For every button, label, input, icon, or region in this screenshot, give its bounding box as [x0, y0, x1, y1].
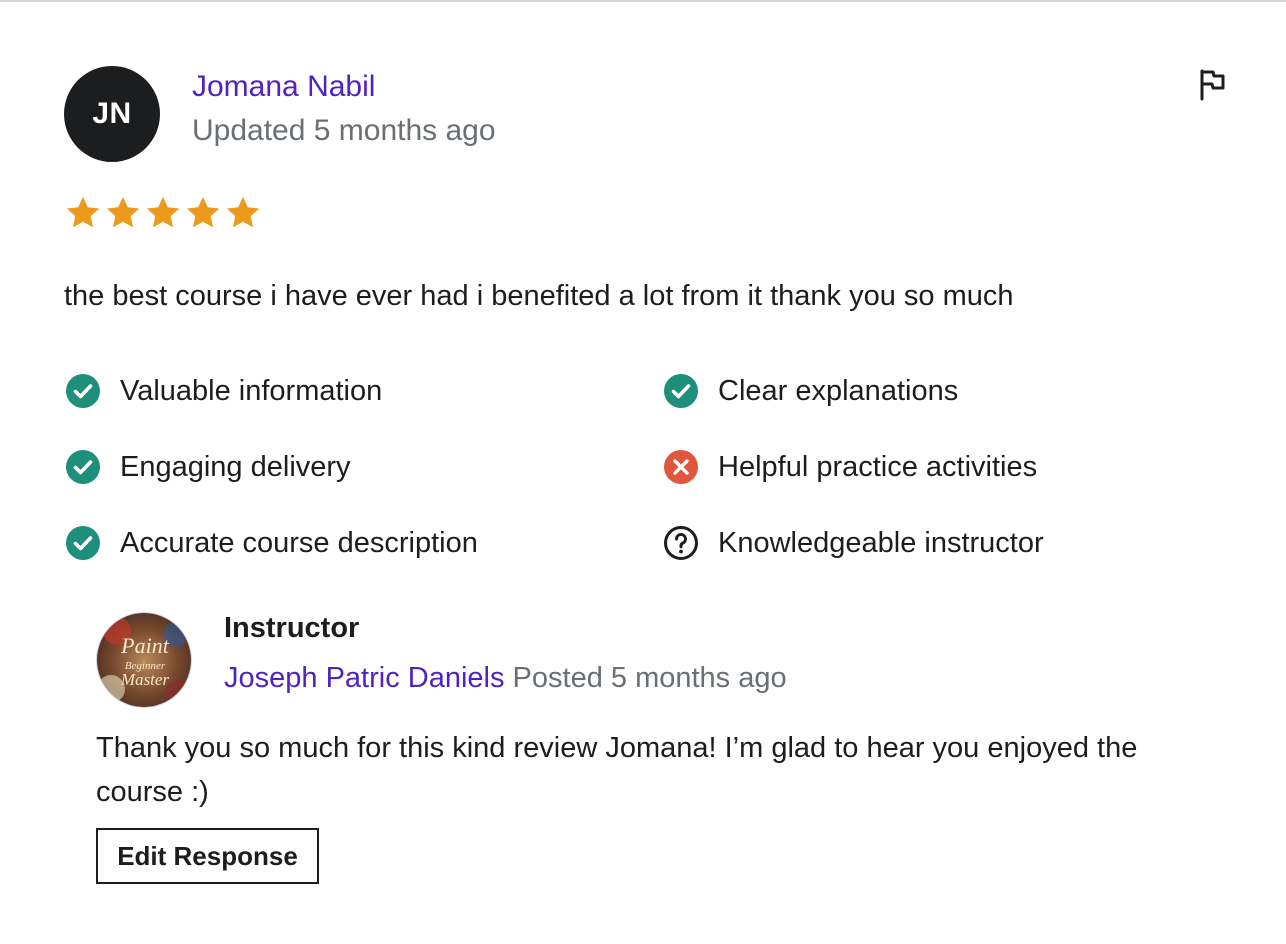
star-rating: [64, 194, 262, 232]
star-icon: [186, 196, 220, 228]
criteria-label: Valuable information: [120, 374, 383, 407]
report-flag-button[interactable]: [1192, 64, 1232, 104]
logo-text-line-1: Paint: [120, 633, 170, 658]
check-circle-icon: [66, 374, 100, 408]
criteria-item: Valuable information: [64, 368, 382, 414]
reviewer-avatar: JN: [64, 66, 160, 162]
check-circle-icon: [664, 374, 698, 408]
review-text: the best course i have ever had i benefi…: [64, 280, 1014, 312]
edit-response-button[interactable]: Edit Response: [96, 828, 319, 884]
criteria-item: Engaging delivery: [64, 444, 351, 490]
criteria-item: Knowledgeable instructor: [662, 520, 1044, 566]
x-circle-icon: [664, 450, 698, 484]
star-icon: [146, 196, 180, 228]
top-divider: [0, 0, 1286, 2]
criteria-label: Knowledgeable instructor: [718, 526, 1044, 559]
star-icon: [66, 196, 100, 228]
logo-text-line-3: Master: [120, 670, 170, 689]
instructor-byline: Joseph Patric Daniels Posted 5 months ag…: [224, 662, 787, 695]
criteria-item: Clear explanations: [662, 368, 958, 414]
star-icon: [226, 196, 260, 228]
star-icon: [106, 196, 140, 228]
criteria-label: Engaging delivery: [120, 450, 351, 483]
instructor-response-text: Thank you so much for this kind review J…: [96, 732, 1138, 808]
review-updated-time: Updated 5 months ago: [192, 114, 496, 147]
criteria-label: Clear explanations: [718, 374, 959, 407]
response-posted-time: Posted 5 months ago: [512, 662, 787, 694]
criteria-label: Helpful practice activities: [718, 450, 1038, 483]
flag-icon: [1200, 69, 1225, 101]
criteria-item: Helpful practice activities: [662, 444, 1037, 490]
instructor-avatar: Paint Beginner Master: [96, 612, 192, 708]
reviewer-name: Jomana Nabil: [192, 70, 376, 103]
question-circle-icon: [664, 526, 698, 560]
avatar-initials: JN: [92, 97, 132, 130]
check-circle-icon: [66, 450, 100, 484]
instructor-name-link[interactable]: Joseph Patric Daniels: [224, 662, 504, 694]
criteria-label: Accurate course description: [120, 526, 478, 559]
check-circle-icon: [66, 526, 100, 560]
response-role-label: Instructor: [224, 612, 360, 644]
criteria-item: Accurate course description: [64, 520, 478, 566]
